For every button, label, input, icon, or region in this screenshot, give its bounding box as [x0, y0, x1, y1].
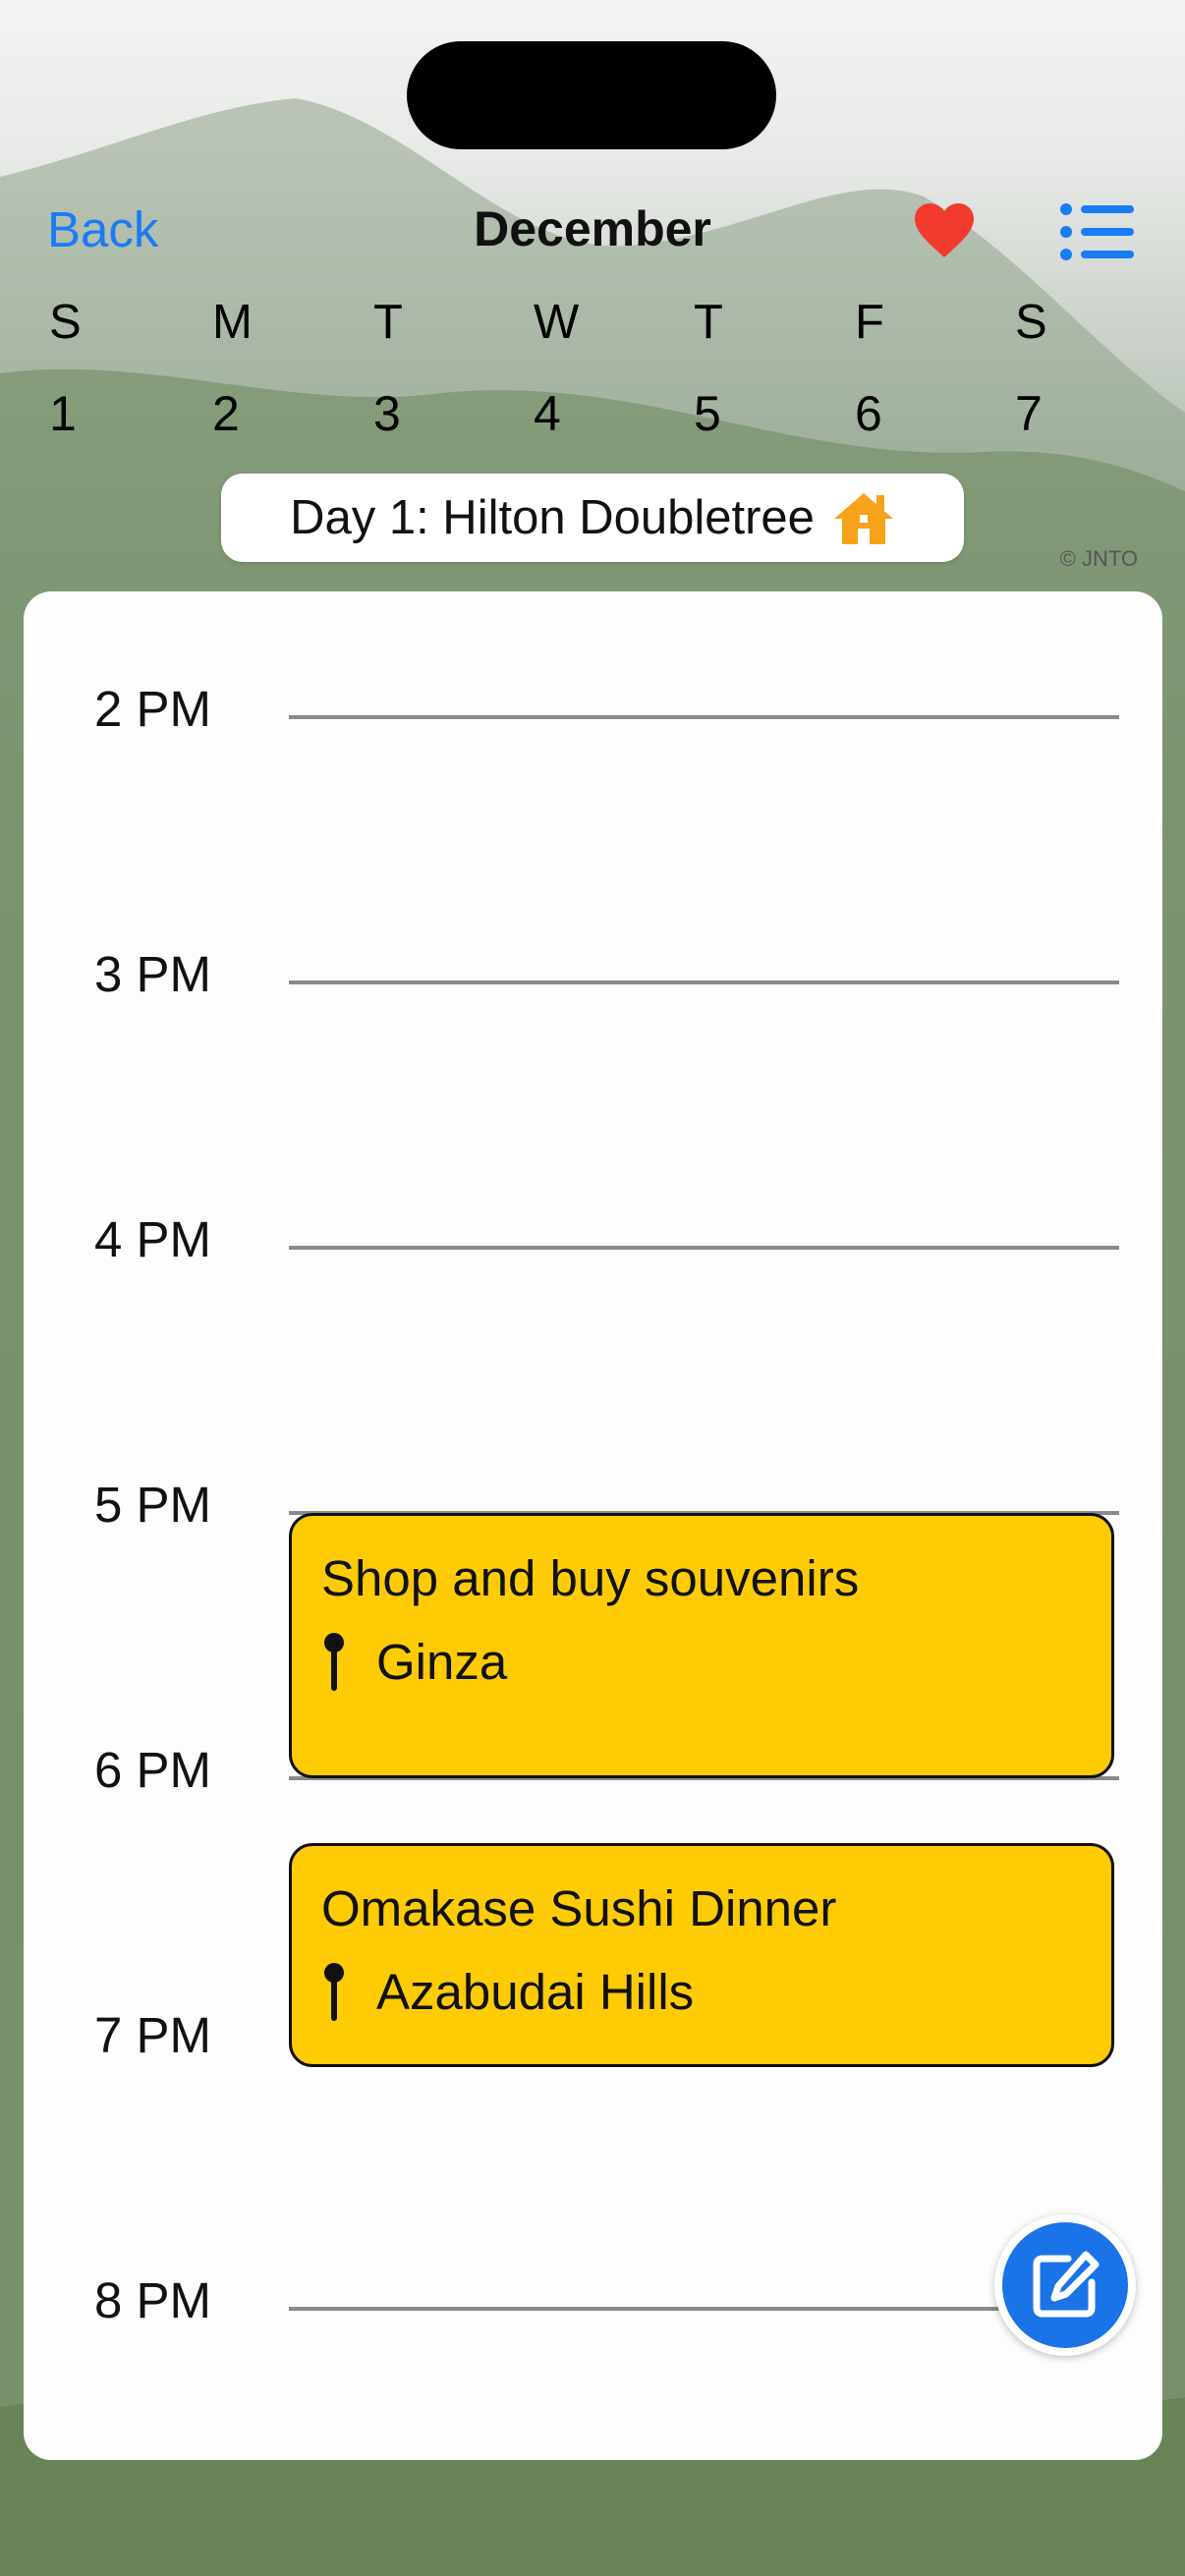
heart-icon[interactable]	[909, 195, 980, 265]
month-title: December	[474, 201, 711, 256]
list-icon[interactable]	[1059, 201, 1134, 262]
weekday-label: S	[49, 296, 82, 349]
weekday-label: M	[212, 296, 253, 349]
weekday-label: S	[1015, 296, 1047, 349]
event-location: Azabudai Hills	[321, 1962, 694, 2021]
date-cell[interactable]: 1	[49, 385, 167, 442]
day-banner[interactable]: Day 1: Hilton Doubletree	[221, 474, 964, 562]
event-location: Ginza	[321, 1632, 507, 1691]
event-location-label: Azabudai Hills	[376, 1963, 695, 2020]
pin-icon	[324, 1963, 344, 2021]
hour-line	[289, 715, 1119, 719]
date-cell[interactable]: 6	[855, 385, 973, 442]
date-cell[interactable]: 4	[534, 385, 651, 442]
date-cell[interactable]: 7	[1015, 385, 1133, 442]
event-card[interactable]: Shop and buy souvenirs Ginza	[289, 1513, 1114, 1778]
edit-button[interactable]	[994, 2214, 1136, 2356]
event-title: Omakase Sushi Dinner	[321, 1880, 837, 1936]
hour-label: 2 PM	[94, 681, 212, 737]
weekday-label: T	[694, 296, 723, 349]
day-timeline[interactable]: 2 PM 3 PM 4 PM 5 PM 6 PM 7 PM 8 PM Shop …	[24, 591, 1162, 2460]
hour-label: 7 PM	[94, 2007, 212, 2063]
weekday-label: W	[534, 296, 580, 349]
weekday-label: T	[373, 296, 403, 349]
event-title: Shop and buy souvenirs	[321, 1550, 860, 1606]
photo-credit: © JNTO	[1059, 546, 1138, 571]
date-cell[interactable]: 3	[373, 385, 491, 442]
hour-label: 5 PM	[94, 1477, 212, 1533]
event-location-label: Ginza	[376, 1633, 508, 1690]
date-cell[interactable]: 2	[212, 385, 330, 442]
hour-label: 4 PM	[94, 1211, 212, 1267]
edit-button-face[interactable]	[1002, 2222, 1128, 2348]
event-card[interactable]: Omakase Sushi Dinner Azabudai Hills	[289, 1843, 1114, 2067]
date-cell[interactable]: 5	[694, 385, 812, 442]
weekday-label: F	[855, 296, 884, 349]
home-icon	[833, 493, 893, 544]
edit-icon	[1033, 2251, 1100, 2318]
pin-icon	[324, 1633, 344, 1691]
hour-label: 3 PM	[94, 946, 212, 1002]
hour-label: 8 PM	[94, 2272, 212, 2328]
hour-label: 6 PM	[94, 1742, 212, 1798]
dynamic-island	[407, 41, 776, 149]
hour-line	[289, 2307, 1119, 2311]
hour-line	[289, 1246, 1119, 1250]
day-banner-label: Day 1: Hilton Doubletree	[290, 491, 815, 544]
hour-line	[289, 980, 1119, 984]
